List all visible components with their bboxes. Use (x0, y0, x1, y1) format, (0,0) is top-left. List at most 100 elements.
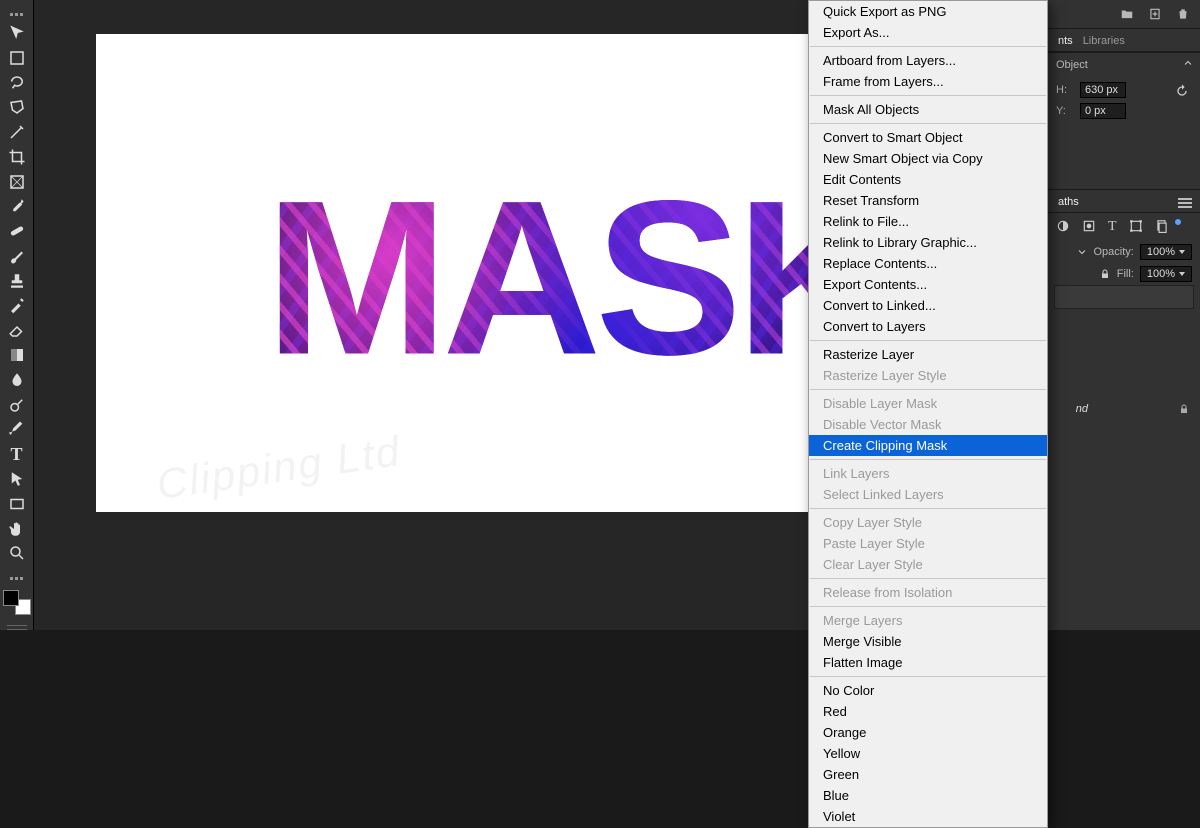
tool-more-icon[interactable] (7, 574, 27, 583)
menu-item-create-clipping-mask[interactable]: Create Clipping Mask (809, 435, 1047, 456)
tool-pen[interactable] (5, 419, 29, 440)
menu-item-merge-layers: Merge Layers (809, 610, 1047, 631)
properties-panel: Object H: 630 px Y: 0 px (1048, 52, 1200, 189)
menu-item-relink-to-file[interactable]: Relink to File... (809, 211, 1047, 232)
menu-item-flatten-image[interactable]: Flatten Image (809, 652, 1047, 673)
tab-libraries[interactable]: Libraries (1083, 35, 1125, 47)
layer-effects-strip: T (1048, 213, 1200, 241)
menu-item-violet[interactable]: Violet (809, 806, 1047, 827)
tool-gradient[interactable] (5, 345, 29, 366)
chevron-down-icon[interactable] (1076, 246, 1088, 258)
menu-item-convert-to-linked[interactable]: Convert to Linked... (809, 295, 1047, 316)
type-effect-icon[interactable]: T (1108, 219, 1117, 235)
paths-panel: aths T Opacity: 100% Fill: 100% nd (1048, 189, 1200, 419)
panel-header-icons (1048, 0, 1200, 28)
layer-row[interactable] (1054, 285, 1194, 309)
tool-path-select[interactable] (5, 469, 29, 490)
tool-artboard[interactable] (5, 47, 29, 68)
lock-icon[interactable] (1099, 268, 1111, 280)
mask-clipped-text: MASK (265, 152, 889, 405)
menu-separator (810, 340, 1046, 341)
tool-eraser[interactable] (5, 320, 29, 341)
tool-stamp[interactable] (5, 270, 29, 291)
menu-separator (810, 389, 1046, 390)
menu-item-select-linked-layers: Select Linked Layers (809, 484, 1047, 505)
tool-frame[interactable] (5, 171, 29, 192)
menu-item-reset-transform[interactable]: Reset Transform (809, 190, 1047, 211)
tool-poly-lasso[interactable] (5, 97, 29, 118)
menu-item-export-contents[interactable]: Export Contents... (809, 274, 1047, 295)
tool-crop[interactable] (5, 146, 29, 167)
adjustments-panel: nts Libraries (1048, 28, 1200, 52)
new-doc-icon[interactable] (1148, 7, 1162, 21)
notification-dot-icon (1175, 219, 1181, 225)
bounds-icon[interactable] (1129, 219, 1143, 233)
menu-item-convert-to-smart-object[interactable]: Convert to Smart Object (809, 127, 1047, 148)
layer-name-tail: nd (1076, 403, 1088, 415)
tool-move[interactable] (5, 23, 29, 44)
height-label: H: (1056, 84, 1074, 96)
trash-icon[interactable] (1176, 7, 1190, 21)
opacity-field[interactable]: 100% (1140, 244, 1192, 260)
menu-separator (810, 123, 1046, 124)
y-field[interactable]: 0 px (1080, 103, 1126, 119)
folder-icon[interactable] (1120, 7, 1134, 21)
menu-item-red[interactable]: Red (809, 701, 1047, 722)
menu-item-replace-contents[interactable]: Replace Contents... (809, 253, 1047, 274)
menu-item-quick-export-as-png[interactable]: Quick Export as PNG (809, 1, 1047, 22)
menu-item-disable-vector-mask: Disable Vector Mask (809, 414, 1047, 435)
menu-item-frame-from-layers[interactable]: Frame from Layers... (809, 71, 1047, 92)
height-field[interactable]: 630 px (1080, 82, 1126, 98)
menu-item-relink-to-library-graphic[interactable]: Relink to Library Graphic... (809, 232, 1047, 253)
menu-item-mask-all-objects[interactable]: Mask All Objects (809, 99, 1047, 120)
properties-subtitle: Object (1056, 59, 1192, 71)
menu-separator (810, 578, 1046, 579)
chevron-up-icon[interactable] (1182, 57, 1194, 69)
tool-brush[interactable] (5, 246, 29, 267)
menu-item-release-from-isolation: Release from Isolation (809, 582, 1047, 603)
menu-item-artboard-from-layers[interactable]: Artboard from Layers... (809, 50, 1047, 71)
lock-small-icon (1178, 403, 1190, 415)
toolbox-grip-icon (7, 10, 27, 19)
watermark: Clipping Ltd (154, 427, 404, 509)
menu-item-no-color[interactable]: No Color (809, 680, 1047, 701)
smart-icon[interactable] (1155, 219, 1169, 233)
tab-adjustments[interactable]: nts (1058, 35, 1073, 47)
menu-item-convert-to-layers[interactable]: Convert to Layers (809, 316, 1047, 337)
menu-separator (810, 459, 1046, 460)
menu-separator (810, 95, 1046, 96)
tool-wand[interactable] (5, 122, 29, 143)
panel-menu-icon[interactable] (1178, 196, 1192, 206)
menu-item-rasterize-layer[interactable]: Rasterize Layer (809, 344, 1047, 365)
fill-label: Fill: (1117, 268, 1134, 280)
menu-item-yellow[interactable]: Yellow (809, 743, 1047, 764)
fill-field[interactable]: 100% (1140, 266, 1192, 282)
menu-item-merge-visible[interactable]: Merge Visible (809, 631, 1047, 652)
tool-hand[interactable] (5, 518, 29, 539)
menu-item-edit-contents[interactable]: Edit Contents (809, 169, 1047, 190)
menu-item-green[interactable]: Green (809, 764, 1047, 785)
blend-icon[interactable] (1056, 219, 1070, 233)
mask-icon[interactable] (1082, 219, 1096, 233)
tool-zoom[interactable] (5, 543, 29, 564)
tool-rectangle[interactable] (5, 493, 29, 514)
menu-item-export-as[interactable]: Export As... (809, 22, 1047, 43)
menu-item-link-layers: Link Layers (809, 463, 1047, 484)
right-panels: nts Libraries Object H: 630 px Y: 0 px a… (1048, 0, 1200, 630)
menu-item-new-smart-object-via-copy[interactable]: New Smart Object via Copy (809, 148, 1047, 169)
menu-item-orange[interactable]: Orange (809, 722, 1047, 743)
menu-item-copy-layer-style: Copy Layer Style (809, 512, 1047, 533)
tool-eyedropper[interactable] (5, 196, 29, 217)
tool-history-brush[interactable] (5, 295, 29, 316)
tool-lasso[interactable] (5, 72, 29, 93)
tool-heal[interactable] (5, 221, 29, 242)
menu-item-rasterize-layer-style: Rasterize Layer Style (809, 365, 1047, 386)
tab-paths[interactable]: aths (1058, 196, 1079, 208)
tool-dodge[interactable] (5, 394, 29, 415)
menu-separator (810, 606, 1046, 607)
tool-blur[interactable] (5, 369, 29, 390)
reset-icon[interactable] (1174, 83, 1190, 99)
foreground-background-swatch[interactable] (3, 590, 31, 614)
menu-item-blue[interactable]: Blue (809, 785, 1047, 806)
tool-type[interactable]: T (5, 444, 29, 465)
